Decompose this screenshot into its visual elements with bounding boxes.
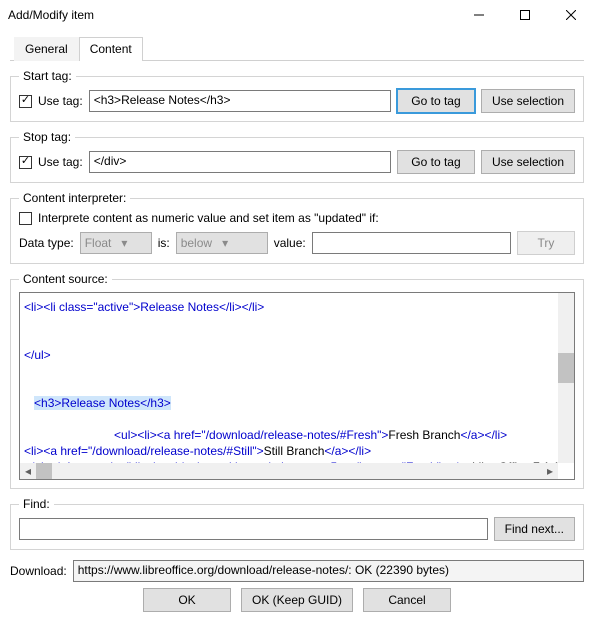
datatype-select[interactable]: Float▾ (80, 232, 152, 254)
content-source-legend: Content source: (19, 272, 112, 286)
stop-use-selection-button[interactable]: Use selection (481, 150, 575, 174)
start-tag-legend: Start tag: (19, 69, 76, 83)
chevron-down-icon: ▾ (121, 236, 127, 250)
scroll-right-icon[interactable]: ▸ (542, 463, 558, 479)
vertical-scrollbar-thumb[interactable] (558, 353, 574, 383)
start-use-tag-checkbox[interactable] (19, 95, 32, 108)
interpret-checkbox[interactable] (19, 212, 32, 225)
start-use-tag-label: Use tag: (38, 94, 83, 108)
close-button[interactable] (548, 0, 594, 30)
start-go-to-tag-button[interactable]: Go to tag (397, 89, 475, 113)
cancel-button[interactable]: Cancel (363, 588, 451, 612)
ok-keep-guid-button[interactable]: OK (Keep GUID) (241, 588, 353, 612)
value-input[interactable] (312, 232, 511, 254)
stop-tag-group: Stop tag: Use tag: </div> Go to tag Use … (10, 130, 584, 183)
stop-use-tag-label: Use tag: (38, 155, 83, 169)
tabstrip: General Content (10, 36, 584, 61)
start-tag-input[interactable]: <h3>Release Notes</h3> (89, 90, 391, 112)
stop-tag-input[interactable]: </div> (89, 151, 391, 173)
start-tag-group: Start tag: Use tag: <h3>Release Notes</h… (10, 69, 584, 122)
horizontal-scrollbar-thumb[interactable] (36, 463, 52, 479)
datatype-label: Data type: (19, 236, 74, 250)
chevron-down-icon: ▾ (222, 236, 228, 250)
tab-general[interactable]: General (14, 37, 79, 61)
stop-go-to-tag-button[interactable]: Go to tag (397, 150, 475, 174)
value-label: value: (274, 236, 306, 250)
content-interpreter-legend: Content interpreter: (19, 191, 130, 205)
find-legend: Find: (19, 497, 54, 511)
start-use-selection-button[interactable]: Use selection (481, 89, 575, 113)
dialog-buttons: OK OK (Keep GUID) Cancel (0, 582, 594, 620)
content-source-group: Content source: <li><li class="active">R… (10, 272, 584, 489)
horizontal-scrollbar[interactable]: ◂ ▸ (20, 463, 558, 479)
is-select[interactable]: below▾ (176, 232, 268, 254)
interpret-label: Interprete content as numeric value and … (38, 211, 379, 225)
tab-content[interactable]: Content (79, 37, 143, 61)
download-label: Download: (10, 564, 67, 578)
content-source-view[interactable]: <li><li class="active">Release Notes</li… (19, 292, 575, 480)
is-label: is: (158, 236, 170, 250)
stop-tag-legend: Stop tag: (19, 130, 75, 144)
find-input[interactable] (19, 518, 488, 540)
find-group: Find: Find next... (10, 497, 584, 550)
download-status: https://www.libreoffice.org/download/rel… (73, 560, 584, 582)
find-next-button[interactable]: Find next... (494, 517, 575, 541)
minimize-button[interactable] (456, 0, 502, 30)
scroll-left-icon[interactable]: ◂ (20, 463, 36, 479)
try-button[interactable]: Try (517, 231, 575, 255)
ok-button[interactable]: OK (143, 588, 231, 612)
highlighted-match: <h3>Release Notes</h3> (34, 396, 171, 410)
vertical-scrollbar[interactable] (558, 293, 574, 463)
stop-use-tag-checkbox[interactable] (19, 156, 32, 169)
titlebar: Add/Modify item (0, 0, 594, 30)
maximize-button[interactable] (502, 0, 548, 30)
window-title: Add/Modify item (8, 8, 456, 22)
content-interpreter-group: Content interpreter: Interprete content … (10, 191, 584, 264)
